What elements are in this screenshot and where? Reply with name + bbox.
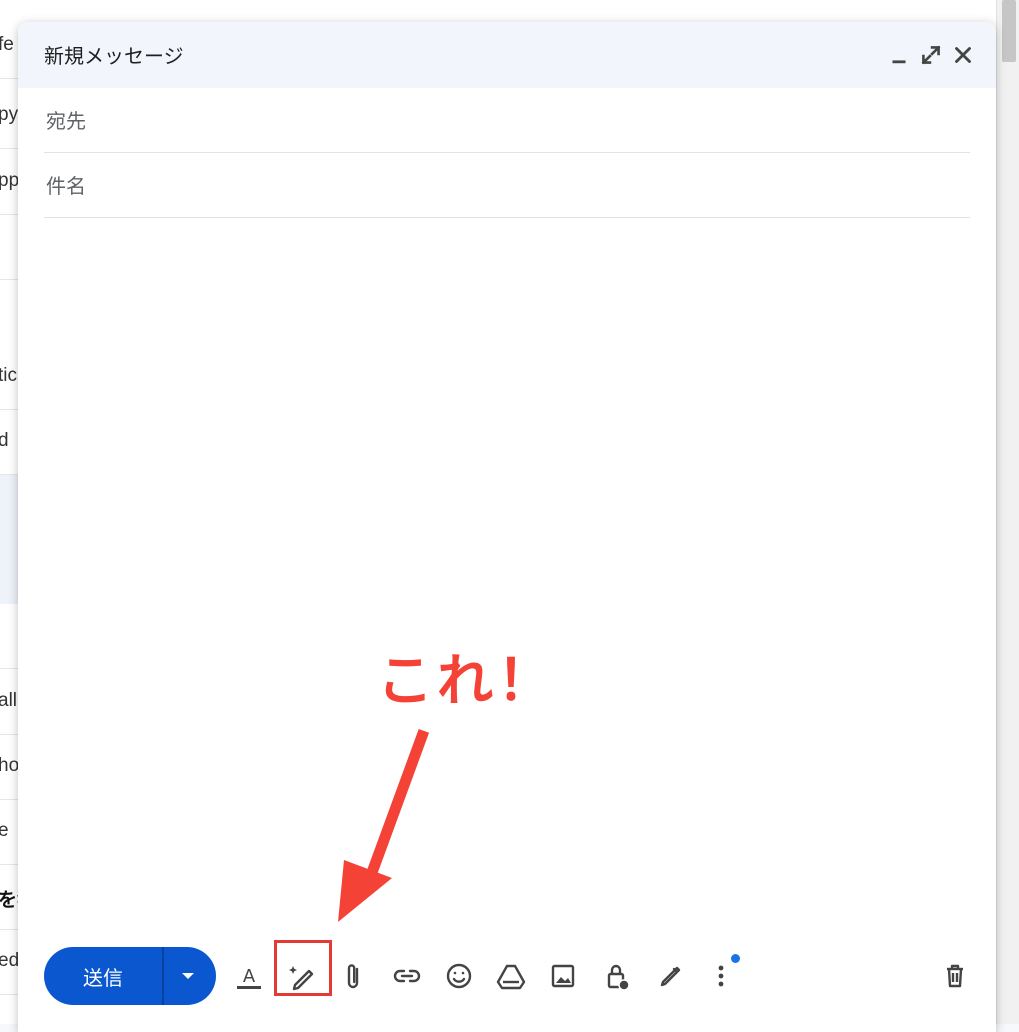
close-icon[interactable] (950, 42, 976, 68)
attach-icon[interactable] (334, 957, 372, 995)
list-item-text: py (0, 104, 19, 125)
to-input[interactable] (44, 104, 974, 138)
send-button-group: 送信 (44, 947, 216, 1005)
send-button[interactable]: 送信 (44, 947, 162, 1005)
delete-icon[interactable] (936, 957, 974, 995)
compose-header[interactable]: 新規メッセージ (18, 22, 996, 88)
drive-icon[interactable] (492, 957, 530, 995)
svg-text:A: A (243, 966, 256, 987)
annotation-arrow-head (338, 860, 392, 922)
list-item-text: e (0, 820, 9, 842)
list-item-text: fe (0, 34, 14, 55)
annotation-text: これ！ (377, 649, 557, 714)
notification-dot (731, 954, 740, 963)
help-me-write-icon[interactable] (282, 957, 320, 995)
message-body[interactable] (44, 222, 970, 922)
list-item-text: d (0, 430, 9, 452)
compose-title: 新規メッセージ (44, 44, 184, 68)
format-text-icon[interactable]: A (230, 957, 268, 995)
list-item-text: ed (0, 950, 20, 971)
list-item-text: tic (0, 365, 17, 386)
confidential-icon[interactable] (598, 957, 636, 995)
scrollbar[interactable] (996, 0, 1019, 1024)
list-item-text: ho (0, 755, 20, 776)
send-options-button[interactable] (164, 947, 216, 1005)
subject-input[interactable] (44, 169, 974, 203)
scrollbar-thumb[interactable] (1002, 0, 1016, 62)
link-icon[interactable] (388, 957, 426, 995)
annotation-arrow-shaft (362, 728, 430, 886)
photo-icon[interactable] (544, 957, 582, 995)
list-item-text: pp (0, 170, 20, 191)
to-field (44, 88, 974, 153)
annotation-arrow-icon (338, 728, 430, 922)
subject-field (44, 153, 974, 218)
caret-down-icon (182, 973, 194, 979)
emoji-icon[interactable] (440, 957, 478, 995)
list-item-text: all (0, 690, 18, 711)
expand-icon[interactable] (918, 42, 944, 68)
compose-window: 新規メッセージ 送信 A (18, 22, 996, 1032)
minimize-icon[interactable] (886, 42, 912, 68)
signature-icon[interactable] (650, 957, 688, 995)
